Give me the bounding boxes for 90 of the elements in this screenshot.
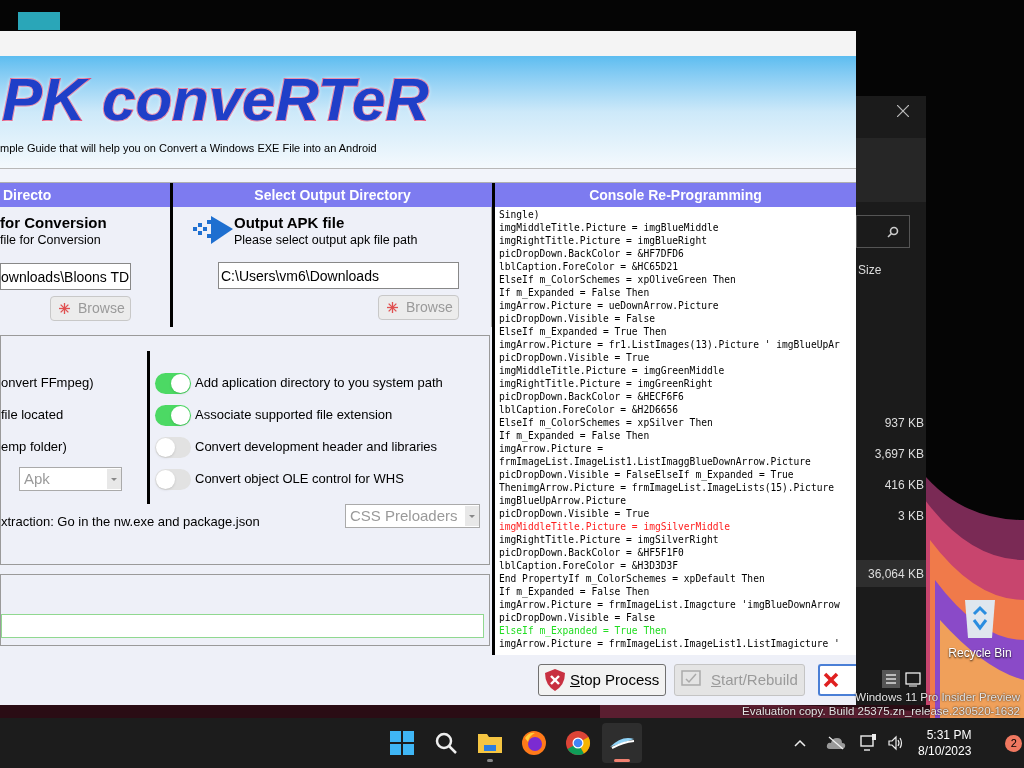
shield-icon xyxy=(545,669,565,691)
toggle-label: Add aplication directory to you system path xyxy=(195,374,443,393)
taskbar-button[interactable] xyxy=(602,723,642,763)
code-line: If m_Expanded = False Then xyxy=(499,429,650,442)
network-icon[interactable] xyxy=(860,734,878,752)
size-cell[interactable]: 937 KB xyxy=(856,409,926,436)
subtitle: mple Guide that will help you on Convert a Windows EXE File into an Android xyxy=(0,141,378,156)
size-cell[interactable]: 3 KB xyxy=(856,502,926,529)
toggle-switch[interactable] xyxy=(155,372,191,394)
code-line: ThenimgArrow.Picture = frmImageList.ImageLists(15).Picture xyxy=(499,481,834,494)
toggle-switch[interactable] xyxy=(155,436,191,458)
close-button[interactable] xyxy=(818,664,856,696)
size-cell[interactable]: 416 KB xyxy=(856,471,926,498)
code-line: imgRightTitle.Picture = imgSilverRight xyxy=(499,533,719,546)
code-line: ElseIf m_ColorSchemes = xpOliveGreen Then xyxy=(499,273,736,286)
code-line: imgArrow.Picture = fr1.ListImages(13).Picture ' imgBlueUpAr xyxy=(499,338,840,351)
sparkle-icon xyxy=(387,302,398,313)
panel-header: Console Re-Programming xyxy=(495,183,856,207)
code-line: picDropDown.BackColor = &HECF6F6 xyxy=(499,390,684,403)
details-view-icon[interactable] xyxy=(882,670,900,688)
close-icon[interactable] xyxy=(897,105,909,117)
code-line: imgArrow.Picture = frmImageList.Imagcture 'imgBlueDownArrow xyxy=(499,598,840,611)
code-line: imgBlueUpArrow.Picture xyxy=(499,494,627,507)
code-line: lblCaption.ForeColor = &H3D3D3F xyxy=(499,559,679,572)
panel-header: Select Output Directory xyxy=(173,183,492,207)
caret-icon xyxy=(107,469,121,489)
code-line: picDropDown.BackColor = &HF7DFD6 xyxy=(499,247,684,260)
option-label: onvert FFmpeg) xyxy=(1,374,95,393)
panel-description: Please select output apk file path xyxy=(234,232,418,248)
search-icon xyxy=(887,225,899,238)
code-line: imgMiddleTitle.Picture = imgBlueMiddle xyxy=(499,221,719,234)
toggle-switch[interactable] xyxy=(155,404,191,426)
option-label: file located xyxy=(1,406,65,425)
path-field[interactable]: ownloads\Bloons TD xyxy=(0,263,131,290)
panel-title: Output APK file xyxy=(234,214,346,232)
tiles-view-icon[interactable] xyxy=(904,670,922,688)
code-line: picDropDown.Visible = True xyxy=(499,351,650,364)
code-line: Single) xyxy=(499,208,540,221)
clock-time[interactable]: 5:31 PM xyxy=(926,727,972,743)
arrow-icon xyxy=(193,214,233,246)
browser-icon xyxy=(565,730,591,756)
code-line: If m_Expanded = False Then xyxy=(499,286,650,299)
code-line: lblCaption.ForeColor = &H2D6656 xyxy=(499,403,679,416)
sparkle-icon xyxy=(59,303,70,314)
panel-title: for Conversion xyxy=(0,214,108,232)
panel-header: Directo xyxy=(0,183,170,207)
toggle-switch[interactable] xyxy=(155,468,191,490)
code-line: imgRightTitle.Picture = imgGreenRight xyxy=(499,377,713,390)
toggle-label: Convert development header and libraries xyxy=(195,438,438,457)
toggle-label: Convert object OLE control for WHS xyxy=(195,470,404,489)
code-line: picDropDown.Visible = False xyxy=(499,611,655,624)
code-line: picDropDown.Visible = FalseElseIf m_Expanded = True xyxy=(499,468,794,481)
caret-icon xyxy=(465,506,479,526)
folder-icon xyxy=(477,731,503,755)
note-text: xtraction: Go in the nw.exe and package.json xyxy=(1,513,260,531)
code-line: picDropDown.Visible = True xyxy=(499,507,650,520)
windows-icon xyxy=(390,731,414,755)
code-line: imgMiddleTitle.Picture = imgGreenMiddle xyxy=(499,364,725,377)
code-line: ElseIf m_Expanded = True Then xyxy=(499,325,667,338)
notification-badge[interactable]: 2 xyxy=(1005,734,1023,752)
code-line: frmImageList.ImageList1.ListImaggBlueDownArrow.Picture xyxy=(499,455,811,468)
code-line: imgArrow.Picture = frmImageList.ImageList1.ListImagicture ' xyxy=(499,637,840,650)
cloud-icon[interactable] xyxy=(826,736,846,750)
code-line: lblCaption.ForeColor = &HC65D21 xyxy=(499,260,679,273)
path-field[interactable]: C:\Users\vm6\Downloads xyxy=(218,262,459,289)
toggle-label: Associate supported file extension xyxy=(195,406,393,425)
size-cell[interactable]: 36,064 KB xyxy=(856,560,926,587)
code-line: End PropertyIf m_ColorSchemes = xpDefault Then xyxy=(499,572,765,585)
clock-date[interactable]: 8/10/2023 xyxy=(918,743,972,759)
search-field[interactable] xyxy=(856,215,910,248)
code-line: ElseIf m_Expanded = True Then xyxy=(499,624,667,637)
option-label: emp folder) xyxy=(1,438,68,457)
code-line: imgArrow.Picture = xyxy=(499,442,603,455)
close-icon xyxy=(823,672,839,688)
code-line: picDropDown.Visible = False xyxy=(499,312,655,325)
code-line: picDropDown.BackColor = &HF5F1F0 xyxy=(499,546,684,559)
column-header[interactable]: Size xyxy=(856,263,926,277)
chevron-up-icon[interactable] xyxy=(794,739,806,747)
size-cell[interactable]: 3,697 KB xyxy=(856,440,926,467)
stop-process-button[interactable]: Stop Process xyxy=(538,664,666,696)
logo: PK conveRTeR xyxy=(2,65,429,135)
search-icon xyxy=(434,731,458,755)
browser-icon xyxy=(521,730,547,756)
volume-icon[interactable] xyxy=(888,735,904,751)
code-line: imgRightTitle.Picture = imgBlueRight xyxy=(499,234,707,247)
code-line: ElseIf m_ColorSchemes = xpSilver Then xyxy=(499,416,713,429)
code-line: imgArrow.Picture = ueDownArrow.Picture xyxy=(499,299,719,312)
panel-description: file for Conversion xyxy=(0,232,102,248)
code-line: If m_Expanded = False Then xyxy=(499,585,650,598)
code-line: imgMiddleTitle.Picture = imgSilverMiddle xyxy=(499,520,731,533)
